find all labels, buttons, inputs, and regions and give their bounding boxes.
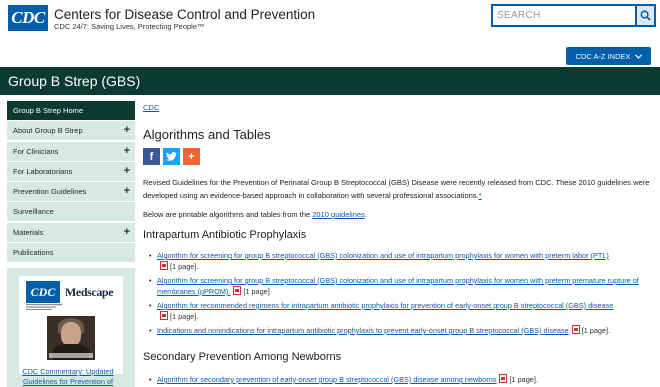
list-item: Algorithm for recommended regimens for i…	[149, 300, 657, 322]
agency-name[interactable]: Centers for Disease Control and Preventi…	[54, 7, 315, 22]
sidebar-item-clinicians[interactable]: For Clinicians +	[7, 141, 135, 162]
sidebar-item-label: About Group B Strep	[13, 126, 83, 136]
expand-plus-icon[interactable]: +	[124, 162, 130, 181]
expand-plus-icon[interactable]: +	[124, 182, 130, 201]
sidebar-item-publications[interactable]: Publications	[7, 243, 135, 264]
newborn-list: Algorithm for secondary prevention of ea…	[149, 374, 657, 387]
expand-plus-icon[interactable]: +	[124, 223, 130, 242]
page-title: Group B Strep (GBS)	[8, 73, 141, 89]
breadcrumb[interactable]: CDC	[143, 103, 159, 112]
list-item: Indications and nonindications for intra…	[149, 325, 657, 336]
pdf-icon	[160, 311, 168, 320]
pdf-icon	[160, 261, 168, 270]
footnote-link[interactable]: *	[479, 191, 482, 200]
sidebar-item-home[interactable]: Group B Strep Home	[7, 101, 135, 121]
agency-tagline: CDC 24/7: Saving Lives, Protecting Peopl…	[54, 22, 205, 31]
intro-paragraph: Revised Guidelines for the Prevention of…	[143, 177, 655, 202]
cdc-logo-small: CDC	[26, 281, 60, 303]
twitter-icon[interactable]	[163, 148, 180, 165]
below-paragraph: Below are printable algorithms and table…	[143, 210, 367, 219]
section-heading: Secondary Prevention Among Newborns	[143, 351, 342, 363]
cdc-subtext-lines	[26, 304, 62, 310]
guidelines-link[interactable]: 2010 guidelines	[312, 210, 365, 219]
pdf-icon	[571, 325, 580, 334]
sidebar-item-surveillance[interactable]: Surveillance	[7, 202, 135, 223]
sidebar-item-label: Surveillance	[13, 207, 54, 217]
document-link[interactable]: Indications and nonindications for intra…	[157, 326, 569, 335]
medscape-logo: Medscape	[65, 285, 114, 299]
video-thumbnail[interactable]	[47, 316, 95, 360]
document-link[interactable]: Algorithm for screening for group B stre…	[157, 251, 609, 260]
social-share-bar: f +	[143, 148, 200, 165]
search-icon	[640, 10, 651, 21]
facebook-icon[interactable]: f	[143, 148, 160, 165]
algorithm-list: Algorithm for screening for group B stre…	[149, 250, 657, 339]
expand-plus-icon[interactable]: +	[124, 121, 130, 140]
cdc-logo[interactable]: CDC	[8, 5, 48, 31]
sidebar-item-label: Prevention Guidelines	[13, 187, 87, 197]
sidebar-item-label: For Clinicians	[13, 146, 59, 156]
sidebar-item-label: Group B Strep Home	[13, 106, 84, 115]
sidebar-item-prevention-guidelines[interactable]: Prevention Guidelines +	[7, 182, 135, 203]
site-header: CDC Centers for Disease Control and Prev…	[0, 0, 660, 42]
sidebar-item-about[interactable]: About Group B Strep +	[7, 121, 135, 142]
expand-plus-icon[interactable]: +	[124, 142, 130, 161]
document-link[interactable]: Algorithm for secondary prevention of ea…	[157, 375, 496, 384]
document-link[interactable]: Algorithm for recommended regimens for i…	[157, 301, 613, 310]
az-index-button[interactable]: CDC A-Z INDEX	[566, 47, 651, 65]
search-input[interactable]	[491, 4, 635, 27]
page-heading: Algorithms and Tables	[143, 127, 271, 142]
pdf-icon	[233, 286, 242, 295]
document-link[interactable]: Algorithm for screening for group B stre…	[157, 276, 639, 296]
search-button[interactable]	[635, 4, 656, 27]
promo-video-card[interactable]: CDC Medscape	[19, 276, 123, 374]
title-bar: Group B Strep (GBS)	[0, 67, 660, 95]
sidebar-item-laboratorians[interactable]: For Laboratorians +	[7, 161, 135, 182]
share-plus-icon[interactable]: +	[183, 148, 200, 165]
list-item: Algorithm for secondary prevention of ea…	[149, 374, 657, 385]
promo-link[interactable]: CDC Commentary: Updated Guidelines for P…	[12, 367, 124, 387]
chevron-down-icon	[634, 53, 642, 59]
intro-text: Revised Guidelines for the Prevention of…	[143, 178, 650, 200]
list-item: Algorithm for screening for group B stre…	[149, 275, 657, 297]
list-item: Algorithm for screening for group B stre…	[149, 250, 657, 272]
sidebar-item-materials[interactable]: Materials +	[7, 222, 135, 243]
sidebar-item-label: Publications	[13, 248, 54, 258]
az-index-label: CDC A-Z INDEX	[575, 51, 631, 61]
section-heading: Intrapartum Antibiotic Prophylaxis	[143, 229, 307, 241]
sidebar-item-label: Materials	[13, 227, 44, 237]
pdf-icon	[499, 374, 508, 383]
sidebar-nav: Group B Strep Home About Group B Strep +…	[7, 101, 135, 264]
sidebar-item-label: For Laboratorians	[13, 166, 73, 176]
